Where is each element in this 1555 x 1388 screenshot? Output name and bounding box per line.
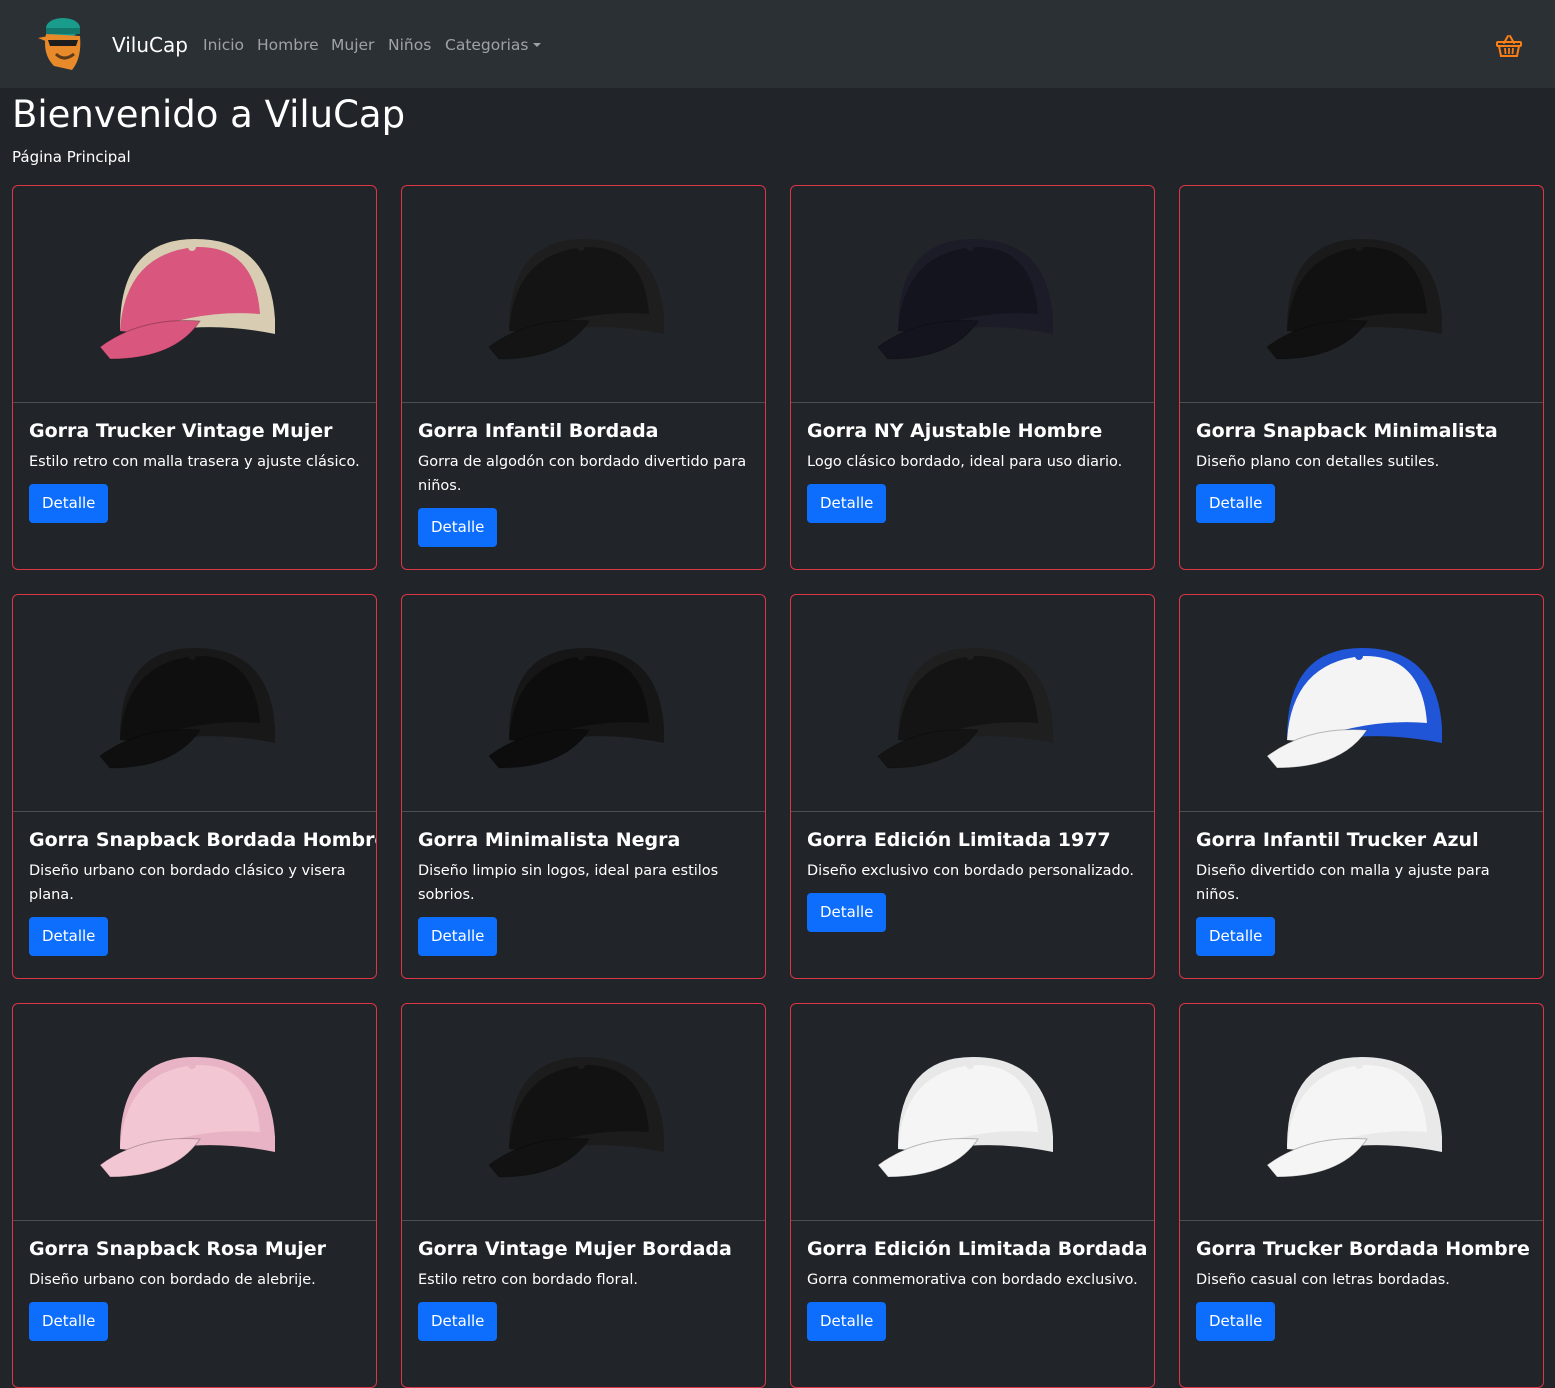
nav-link-inicio[interactable]: Inicio (203, 36, 244, 54)
product-image (791, 1004, 1154, 1221)
product-image (402, 186, 765, 403)
cap-icon (98, 648, 275, 769)
product-card: Gorra Edición Limitada 1977 Diseño exclus… (790, 594, 1155, 979)
cap-icon (876, 648, 1053, 769)
detalle-button[interactable]: Detalle (807, 484, 887, 523)
card-body: Gorra Snapback Rosa Mujer Diseño urbano c… (13, 1221, 376, 1357)
product-card: Gorra Edición Limitada Bordada Gorra conm… (790, 1003, 1155, 1388)
detalle-button[interactable]: Detalle (1196, 917, 1276, 956)
card-body: Gorra Snapback Bordada Hombre Diseño urba… (13, 812, 376, 972)
product-title: Gorra Edición Limitada Bordada (807, 1238, 1148, 1260)
product-title: Gorra Trucker Bordada Hombre (1196, 1238, 1530, 1260)
product-image (791, 595, 1154, 812)
product-description: Diseño urbano con bordado de alebrije. (29, 1272, 316, 1288)
card-body: Gorra Vintage Mujer Bordada Estilo retro … (402, 1221, 765, 1357)
product-image (13, 186, 376, 403)
product-title: Gorra Trucker Vintage Mujer (29, 420, 333, 442)
product-title: Gorra Infantil Trucker Azul (1196, 829, 1479, 851)
product-title: Gorra Vintage Mujer Bordada (418, 1238, 732, 1260)
detalle-button[interactable]: Detalle (418, 917, 498, 956)
product-image (1180, 1004, 1543, 1221)
product-title: Gorra Infantil Bordada (418, 420, 659, 442)
product-description: Diseño casual con letras bordadas. (1196, 1272, 1450, 1288)
product-title: Gorra Snapback Bordada Hombre (29, 829, 377, 851)
product-card: Gorra Infantil Trucker Azul Diseño divert… (1179, 594, 1544, 979)
cap-icon (1265, 1057, 1442, 1178)
product-description: Estilo retro con bordado floral. (418, 1272, 638, 1288)
product-description: Diseño urbano con bordado clásico y vise… (29, 863, 346, 903)
brand-logo-icon[interactable] (34, 14, 92, 74)
card-body: Gorra Minimalista Negra Diseño limpio sin… (402, 812, 765, 972)
card-body: Gorra Trucker Bordada Hombre Diseño casua… (1180, 1221, 1543, 1357)
card-body: Gorra NY Ajustable Hombre Logo clásico bo… (791, 403, 1154, 539)
card-body: Gorra Trucker Vintage Mujer Estilo retro … (13, 403, 376, 539)
product-description: Logo clásico bordado, ideal para uso dia… (807, 454, 1123, 470)
navbar: ViluCap Inicio Hombre Mujer Niños Catego… (0, 0, 1555, 88)
product-description: Diseño divertido con malla y ajuste para… (1196, 863, 1490, 903)
cap-icon (1265, 648, 1442, 769)
nav-link-mujer[interactable]: Mujer (331, 36, 374, 54)
product-description: Diseño exclusivo con bordado personaliza… (807, 863, 1134, 879)
nav-link-ninos[interactable]: Niños (388, 36, 431, 54)
product-title: Gorra Edición Limitada 1977 (807, 829, 1111, 851)
product-image (13, 1004, 376, 1221)
cap-icon (98, 239, 275, 360)
nav-dropdown-categorias[interactable]: Categorias (445, 36, 541, 54)
product-description: Estilo retro con malla trasera y ajuste … (29, 454, 360, 470)
chevron-down-icon (532, 43, 541, 47)
detalle-button[interactable]: Detalle (418, 508, 498, 547)
product-image (1180, 595, 1543, 812)
product-description: Gorra de algodón con bordado divertido p… (418, 454, 747, 494)
product-card: Gorra Snapback Rosa Mujer Diseño urbano c… (12, 1003, 377, 1388)
cap-icon (876, 239, 1053, 360)
product-title: Gorra NY Ajustable Hombre (807, 420, 1103, 442)
product-description: Diseño limpio sin logos, ideal para esti… (418, 863, 719, 903)
detalle-button[interactable]: Detalle (29, 917, 109, 956)
detalle-button[interactable]: Detalle (1196, 484, 1276, 523)
nav-link-hombre[interactable]: Hombre (257, 36, 319, 54)
shopping-basket-icon[interactable] (1496, 34, 1522, 58)
card-body: Gorra Snapback Minimalista Diseño plano c… (1180, 403, 1543, 539)
product-image (791, 186, 1154, 403)
cap-icon (98, 1057, 275, 1178)
detalle-button[interactable]: Detalle (29, 1302, 109, 1341)
product-image (13, 595, 376, 812)
detalle-button[interactable]: Detalle (807, 1302, 887, 1341)
product-image (402, 1004, 765, 1221)
card-body: Gorra Edición Limitada 1977 Diseño exclus… (791, 812, 1154, 948)
product-title: Gorra Minimalista Negra (418, 829, 681, 851)
product-card: Gorra Trucker Bordada Hombre Diseño casua… (1179, 1003, 1544, 1388)
cap-icon (1265, 239, 1442, 360)
detalle-button[interactable]: Detalle (1196, 1302, 1276, 1341)
product-image (402, 595, 765, 812)
product-grid: Gorra Trucker Vintage Mujer Estilo retro … (12, 185, 1544, 1388)
card-body: Gorra Infantil Trucker Azul Diseño divert… (1180, 812, 1543, 972)
product-card: Gorra Snapback Minimalista Diseño plano c… (1179, 185, 1544, 570)
card-body: Gorra Edición Limitada Bordada Gorra conm… (791, 1221, 1154, 1357)
cap-icon (487, 648, 664, 769)
product-description: Gorra conmemorativa con bordado exclusiv… (807, 1272, 1138, 1288)
product-card: Gorra Minimalista Negra Diseño limpio sin… (401, 594, 766, 979)
cap-icon (487, 239, 664, 360)
product-card: Gorra Infantil Bordada Gorra de algodón c… (401, 185, 766, 570)
cap-icon (876, 1057, 1053, 1178)
brand-name[interactable]: ViluCap (112, 33, 188, 57)
nav-dropdown-label: Categorias (445, 36, 529, 54)
detalle-button[interactable]: Detalle (418, 1302, 498, 1341)
product-image (1180, 186, 1543, 403)
detalle-button[interactable]: Detalle (29, 484, 109, 523)
page-title: Bienvenido a ViluCap (12, 93, 406, 136)
product-description: Diseño plano con detalles sutiles. (1196, 454, 1440, 470)
product-card: Gorra Vintage Mujer Bordada Estilo retro … (401, 1003, 766, 1388)
cap-icon (487, 1057, 664, 1178)
product-card: Gorra Snapback Bordada Hombre Diseño urba… (12, 594, 377, 979)
product-title: Gorra Snapback Minimalista (1196, 420, 1498, 442)
product-card: Gorra Trucker Vintage Mujer Estilo retro … (12, 185, 377, 570)
page-subtitle: Página Principal (12, 148, 131, 166)
product-card: Gorra NY Ajustable Hombre Logo clásico bo… (790, 185, 1155, 570)
product-title: Gorra Snapback Rosa Mujer (29, 1238, 327, 1260)
detalle-button[interactable]: Detalle (807, 893, 887, 932)
card-body: Gorra Infantil Bordada Gorra de algodón c… (402, 403, 765, 563)
